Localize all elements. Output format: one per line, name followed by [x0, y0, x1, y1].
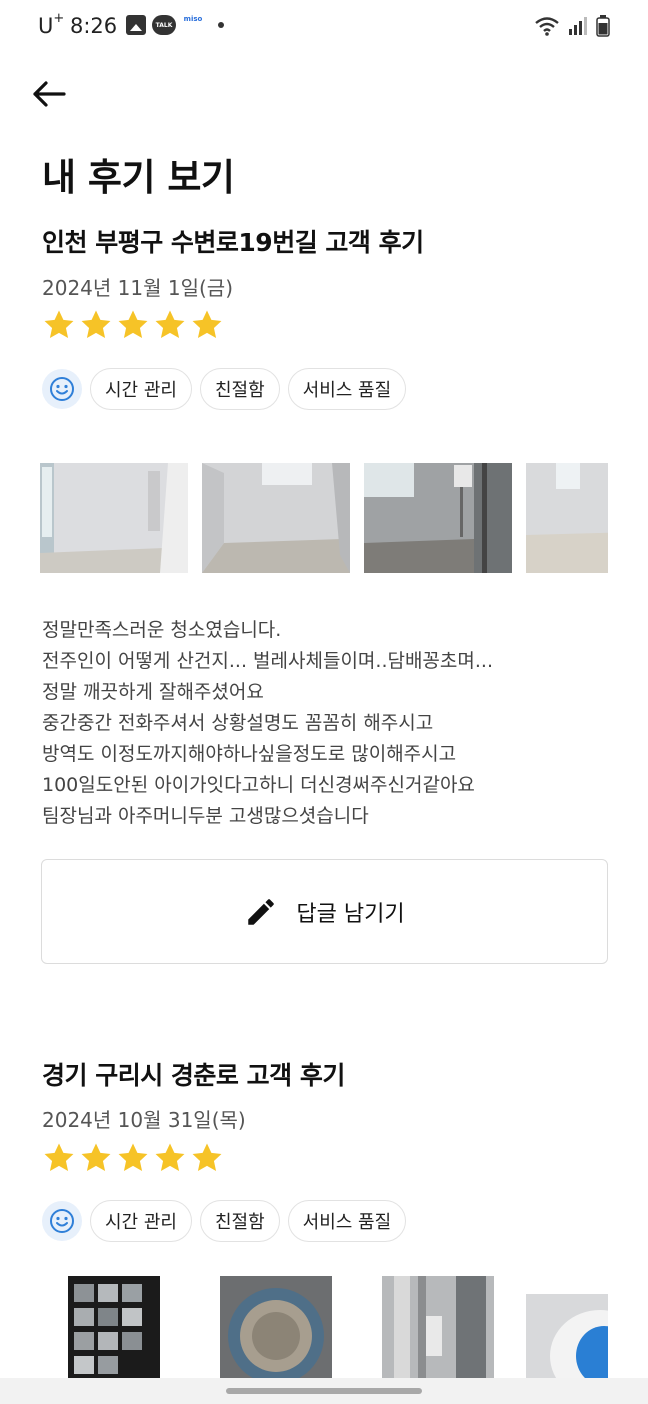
review-title: 인천 부평구 수변로19번길 고객 후기: [42, 228, 424, 257]
star-icon: [192, 310, 222, 339]
review-photo[interactable]: [202, 443, 350, 591]
star-icon: [192, 1143, 222, 1172]
gallery-icon: [126, 15, 146, 35]
wifi-icon: [535, 17, 559, 36]
tag-chip[interactable]: 친절함: [199, 368, 280, 410]
star-icon: [155, 1143, 185, 1172]
review-line: 정말만족스러운 청소였습니다.: [42, 619, 282, 641]
review-line: 팀장님과 아주머니두분 고생많으셧습니다: [42, 805, 369, 827]
star-icon: [81, 310, 111, 339]
review-photo[interactable]: [40, 1276, 188, 1378]
carrier-label: U+: [38, 11, 65, 38]
review-tags: 시간 관리 친절함 서비스 품질: [42, 368, 407, 410]
photo-gallery[interactable]: [40, 1276, 608, 1378]
review-line: 100일도안된 아이가잇다고하니 더신경써주신거같아요: [42, 774, 475, 796]
page-title: 내 후기 보기: [42, 156, 235, 199]
clock: 8:26: [70, 14, 118, 38]
tag-chip[interactable]: 시간 관리: [90, 1200, 192, 1242]
review-photo[interactable]: [202, 1276, 350, 1378]
photo-gallery[interactable]: [40, 443, 608, 593]
review-line: 정말 깨끗하게 잘해주셨어요: [42, 681, 264, 703]
back-arrow-icon[interactable]: [30, 78, 70, 110]
review-tags: 시간 관리 친절함 서비스 품질: [42, 1200, 407, 1242]
tag-chip[interactable]: 서비스 품질: [287, 1200, 407, 1242]
star-icon: [118, 1143, 148, 1172]
tag-chip[interactable]: 서비스 품질: [287, 368, 407, 410]
review-photo[interactable]: [364, 1276, 512, 1378]
star-icon: [44, 1143, 74, 1172]
tag-chip[interactable]: 시간 관리: [90, 368, 192, 410]
star-icon: [44, 310, 74, 339]
smile-icon: [42, 1201, 82, 1241]
reply-button[interactable]: 답글 남기기: [41, 859, 608, 964]
review-photo[interactable]: [40, 443, 188, 591]
review-photo[interactable]: [526, 443, 608, 591]
review-photo[interactable]: [364, 443, 512, 591]
miso-icon: miso: [183, 15, 203, 23]
star-icon: [118, 310, 148, 339]
review-date: 2024년 10월 31일(목): [42, 1108, 246, 1132]
star-rating: [42, 1141, 224, 1175]
pencil-icon: [248, 898, 275, 925]
system-icons: [534, 15, 610, 37]
star-icon: [155, 310, 185, 339]
notification-icons: TALK miso: [126, 15, 224, 35]
more-notifications-dot: [218, 22, 224, 28]
review-title: 경기 구리시 경춘로 고객 후기: [42, 1061, 345, 1090]
star-icon: [81, 1143, 111, 1172]
signal-icon: [569, 17, 587, 35]
review-photo[interactable]: [526, 1276, 608, 1378]
review-line: 전주인이 어떻게 산건지... 벌레사체들이며..담배꽁초며...: [42, 650, 493, 672]
review-line: 중간중간 전화주셔서 상황설명도 꼼꼼히 해주시고: [42, 712, 434, 734]
review-body: 정말만족스러운 청소였습니다. 전주인이 어떻게 산건지... 벌레사체들이며.…: [42, 615, 493, 832]
review-date: 2024년 11월 1일(금): [42, 276, 233, 300]
kakaotalk-icon: TALK: [152, 15, 176, 35]
star-rating: [42, 308, 224, 342]
reply-button-label: 답글 남기기: [296, 901, 405, 927]
battery-icon: [596, 15, 610, 37]
tag-chip[interactable]: 친절함: [199, 1200, 280, 1242]
status-bar: U+ 8:26 TALK miso: [0, 0, 648, 56]
gesture-nav-bar: [0, 1378, 648, 1404]
home-handle[interactable]: [226, 1388, 422, 1394]
review-line: 방역도 이정도까지해야하나싶을정도로 많이해주시고: [42, 743, 457, 765]
smile-icon: [42, 369, 82, 409]
